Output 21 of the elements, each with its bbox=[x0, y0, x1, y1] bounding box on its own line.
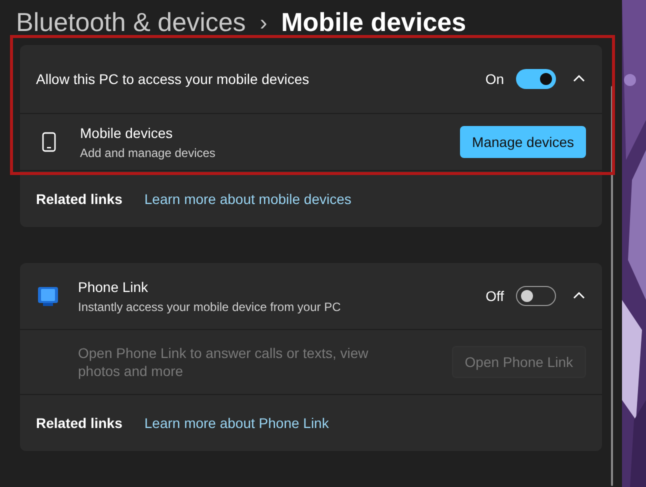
related-links-label: Related links bbox=[36, 190, 122, 208]
toggle-switch[interactable] bbox=[516, 69, 556, 89]
setting-description: Instantly access your mobile device from your PC bbox=[78, 298, 342, 316]
learn-more-link[interactable]: Learn more about mobile devices bbox=[144, 188, 352, 210]
breadcrumb-parent[interactable]: Bluetooth & devices bbox=[16, 3, 246, 42]
row-title: Mobile devices bbox=[80, 124, 174, 142]
row-description: Add and manage devices bbox=[80, 144, 216, 162]
row-description: Open Phone Link to answer calls or texts, view photos and more bbox=[78, 344, 370, 380]
breadcrumb-separator: › bbox=[260, 9, 268, 37]
setting-title: Allow this PC to access your mobile devices bbox=[36, 70, 310, 89]
toggle-state-label: On bbox=[485, 70, 504, 88]
related-links-label: Related links bbox=[36, 414, 122, 432]
scrollbar[interactable] bbox=[611, 86, 613, 486]
page-title: Mobile devices bbox=[281, 6, 466, 39]
phone-icon bbox=[42, 132, 56, 152]
action-button[interactable]: Manage devices bbox=[460, 126, 586, 158]
app-icon bbox=[36, 284, 60, 308]
setting-title: Phone Link bbox=[78, 278, 150, 296]
toggle-state-label: Off bbox=[486, 286, 504, 306]
learn-more-link[interactable]: Learn more about Phone Link bbox=[144, 412, 329, 434]
toggle-switch[interactable] bbox=[516, 286, 556, 306]
